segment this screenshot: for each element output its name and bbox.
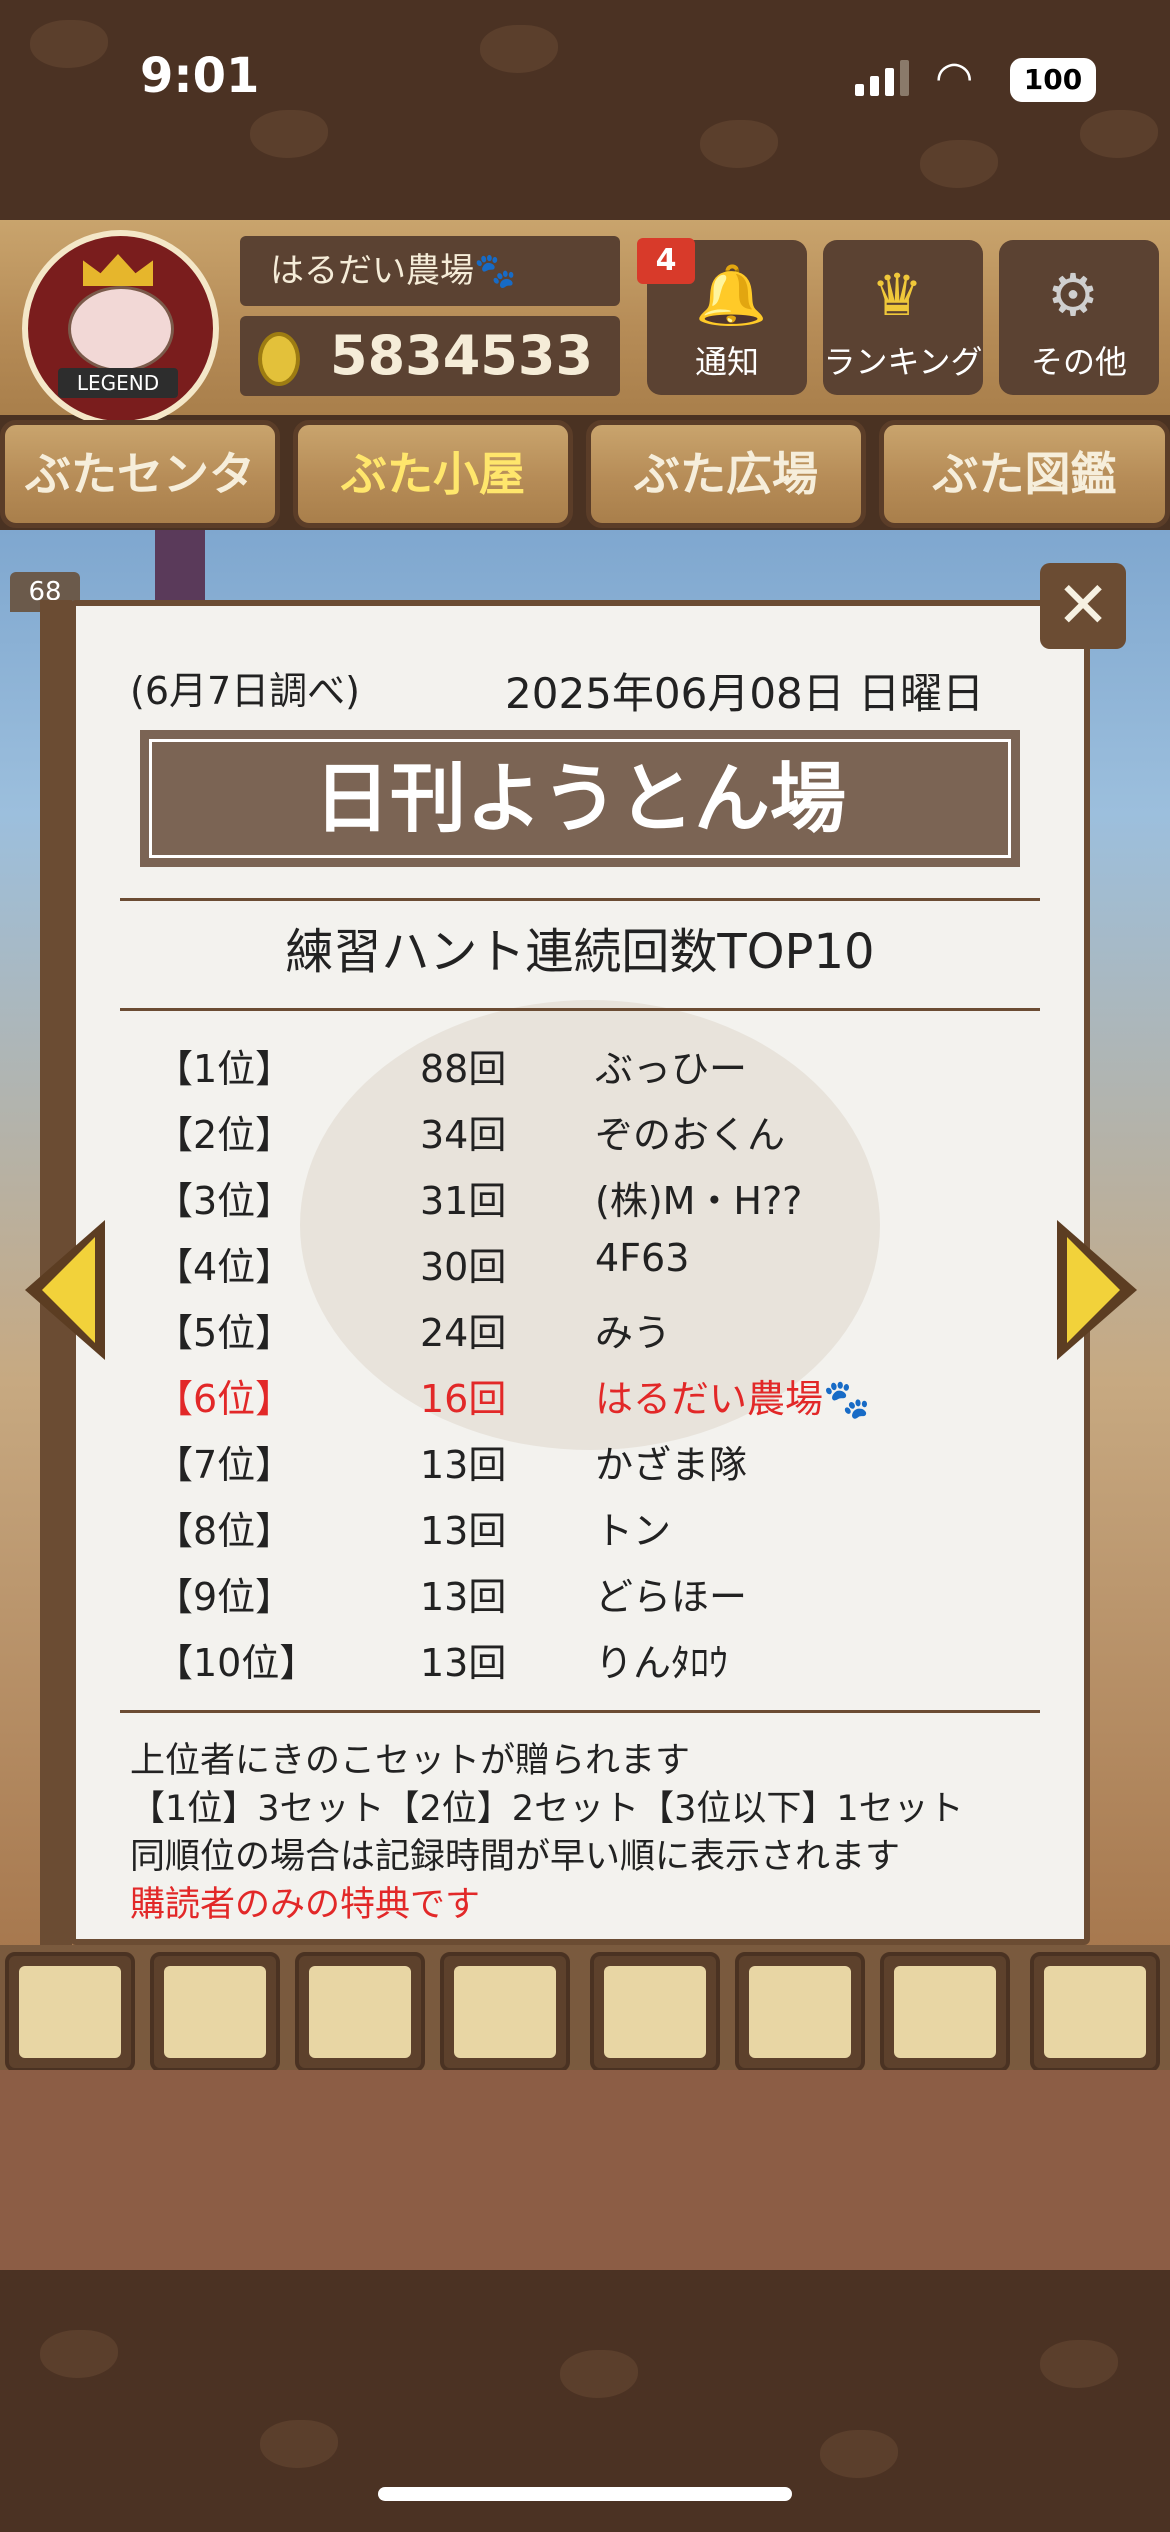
gear-icon: ⚙ [1047, 261, 1099, 329]
notification-badge: 4 [637, 238, 695, 284]
footer-line: 同順位の場合は記録時間が早い順に表示されます [130, 1837, 901, 1877]
count: 88回 [420, 1047, 507, 1091]
player-name: どらほー [595, 1575, 748, 1619]
plant-icon [604, 1966, 706, 2058]
divider [120, 898, 1040, 901]
count: 13回 [420, 1575, 507, 1619]
tab-buta-koya[interactable]: ぶた小屋 [293, 420, 573, 528]
rank: 【1位】 [155, 1047, 294, 1091]
count: 13回 [420, 1443, 507, 1487]
player-name: トン [595, 1509, 672, 1553]
count: 34回 [420, 1113, 507, 1157]
home-indicator[interactable] [378, 2487, 792, 2501]
sweet-potato-icon [309, 1966, 411, 2058]
item-corn[interactable] [440, 1952, 570, 2072]
battery-icon: 100 [1010, 58, 1096, 102]
top-background [0, 0, 1170, 220]
rank: 【10位】 [155, 1641, 318, 1685]
other-button[interactable]: ⚙ その他 [999, 240, 1159, 395]
prev-page-arrow-icon[interactable] [20, 1215, 110, 1365]
ranking-row: 【8位】 13回 トン [150, 1500, 1010, 1560]
ranking-row: 【5位】 24回 みう [150, 1302, 1010, 1362]
ranking-row: 【7位】 13回 かざま隊 [150, 1434, 1010, 1494]
ranking-row: 【9位】 13回 どらほー [150, 1566, 1010, 1626]
ground [0, 2070, 1170, 2270]
player-name: りんﾀﾛｳ [595, 1641, 729, 1685]
signal-icon [855, 60, 911, 96]
player-name: かざま隊 [595, 1443, 748, 1487]
item-plant[interactable] [590, 1952, 720, 2072]
rank: 【2位】 [155, 1113, 294, 1157]
issue-date: 2025年06月08日 日曜日 [505, 669, 985, 718]
count: 13回 [420, 1509, 507, 1553]
ranking-row: 【3位】 31回 (株)M・H?? [150, 1170, 1010, 1230]
crown-icon [83, 254, 153, 286]
player-name: ぶっひー [595, 1047, 748, 1091]
ranking-row: 【10位】 13回 りんﾀﾛｳ [150, 1632, 1010, 1692]
divider [120, 1710, 1040, 1713]
player-name: 4F63 [595, 1236, 690, 1280]
other-label: その他 [1030, 343, 1127, 381]
farm-name: はるだい農場🐾 [240, 236, 620, 306]
count: 31回 [420, 1179, 507, 1223]
rank: 【3位】 [155, 1179, 294, 1223]
count: 30回 [420, 1245, 507, 1289]
section-title: 練習ハント連続回数TOP10 [285, 924, 875, 980]
item-beans[interactable] [5, 1952, 135, 2072]
tab-buta-zukan[interactable]: ぶた図鑑 [879, 420, 1170, 528]
grain-icon [164, 1966, 266, 2058]
next-page-arrow-icon[interactable] [1052, 1215, 1142, 1365]
points-value: 5834533 [330, 324, 594, 387]
status-time: 9:01 [140, 48, 260, 104]
item-grain[interactable] [150, 1952, 280, 2072]
pig-face-icon [68, 286, 174, 372]
player-name: (株)M・H?? [595, 1179, 803, 1223]
count: 24回 [420, 1311, 507, 1355]
footer-line: 【1位】3セット【2位】2セット【3位以下】1セット [130, 1789, 964, 1829]
survey-date: (6月7日調べ) [130, 669, 361, 713]
rank: 【9位】 [155, 1575, 294, 1619]
ranking-row: 【1位】 88回 ぶっひー [150, 1038, 1010, 1098]
wifi-icon: ◠ [935, 52, 974, 103]
subscriber-note: 購読者のみの特典です [130, 1885, 481, 1925]
ranking-button[interactable]: ♛ ランキング [823, 240, 983, 395]
scene-post [155, 530, 205, 610]
footer-line: 上位者にきのこセットが贈られます [130, 1741, 691, 1781]
player-name: はるだい農場🐾 [595, 1377, 871, 1421]
rank: 【8位】 [155, 1509, 294, 1553]
crown-icon: ♛ [871, 261, 923, 329]
divider [120, 1008, 1040, 1011]
newspaper-title: 日刊ようとん場 [140, 730, 1020, 867]
player-name: ぞのおくん [595, 1113, 786, 1157]
item-truffle[interactable] [1030, 1952, 1160, 2072]
beans-icon [19, 1966, 121, 2058]
item-sweet-potato[interactable] [295, 1952, 425, 2072]
coin-icon [258, 332, 300, 386]
ranking-row: 【2位】 34回 ぞのおくん [150, 1104, 1010, 1164]
tab-buta-center[interactable]: ぶたセンター [0, 420, 280, 599]
avatar[interactable]: LEGEND [22, 230, 219, 427]
rank: 【4位】 [155, 1245, 294, 1289]
rank: 【6位】 [155, 1377, 294, 1421]
close-button[interactable]: ✕ [1040, 563, 1126, 649]
item-bowl[interactable] [880, 1952, 1010, 2072]
rank: 【7位】 [155, 1443, 294, 1487]
legend-ribbon: LEGEND [58, 368, 178, 398]
ranking-row-self: 【6位】 16回 はるだい農場🐾 [150, 1368, 1010, 1428]
rank: 【5位】 [155, 1311, 294, 1355]
corn-icon [454, 1966, 556, 2058]
tab-buta-hiroba[interactable]: ぶた広場 [586, 420, 866, 528]
ranking-row: 【4位】 30回 4F63 [150, 1236, 1010, 1296]
player-name: みう [595, 1311, 672, 1355]
count: 16回 [420, 1377, 507, 1421]
bell-icon: 🔔 [695, 261, 768, 329]
truffle-icon [1044, 1966, 1146, 2058]
acorn-icon [749, 1966, 851, 2058]
bowl-icon [894, 1966, 996, 2058]
item-acorn[interactable] [735, 1952, 865, 2072]
count: 13回 [420, 1641, 507, 1685]
ranking-label: ランキング [823, 343, 983, 381]
notification-label: 通知 [694, 343, 759, 381]
